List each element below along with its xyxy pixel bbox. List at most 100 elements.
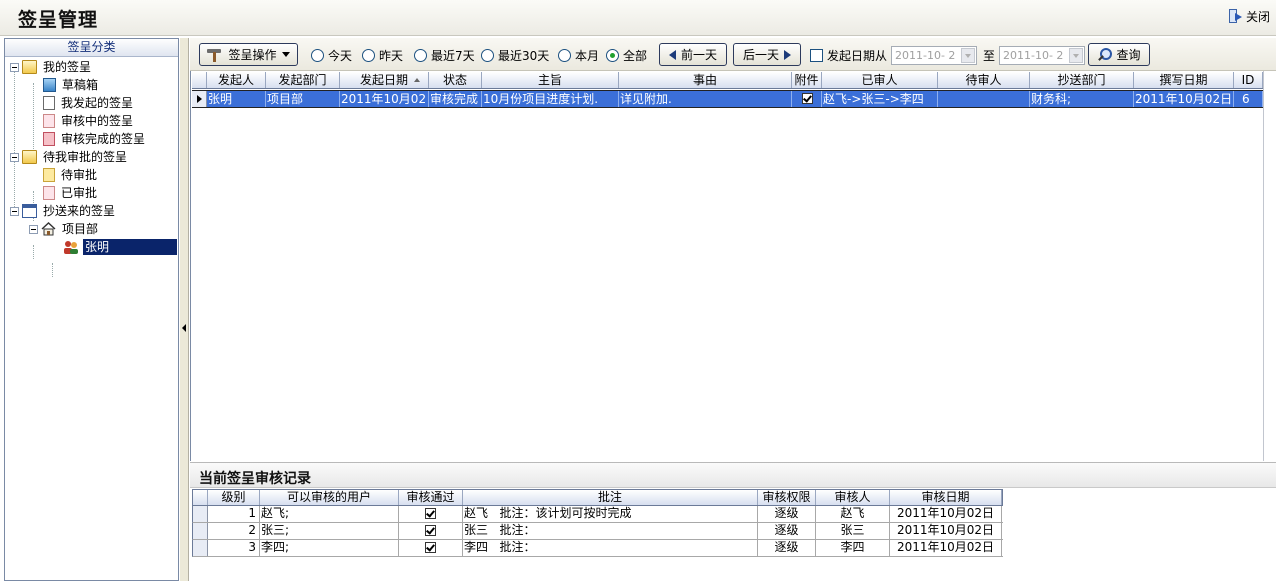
col-review-date[interactable]: 审核日期	[890, 490, 1002, 505]
col-subject[interactable]: 主旨	[482, 72, 619, 88]
to-label: 至	[983, 49, 996, 63]
date-filter-checkbox[interactable]: 发起日期从	[810, 47, 887, 64]
cell-reviewed[interactable]: 赵飞->张三->李四	[822, 91, 938, 107]
tree-node-drafts[interactable]: 草稿箱	[43, 76, 100, 94]
review-grid-header: 级别 可以审核的用户 审核通过 批注 审核权限 审核人 审核日期	[192, 489, 1003, 506]
inbox-icon	[43, 78, 56, 92]
cell-initiator[interactable]: 张明	[207, 91, 266, 107]
collapse-left-icon[interactable]	[182, 324, 186, 332]
col-comment[interactable]: 批注	[463, 490, 758, 505]
document-red-icon	[43, 132, 55, 146]
tree-node-my-petitions[interactable]: 我的签呈	[10, 58, 93, 76]
col-reason[interactable]: 事由	[619, 72, 792, 88]
col-id[interactable]: ID	[1234, 72, 1263, 88]
col-cc-dept[interactable]: 抄送部门	[1030, 72, 1134, 88]
tree-node-initiated[interactable]: 我发起的签呈	[43, 94, 135, 112]
calendar-icon	[22, 204, 37, 218]
cell-pending[interactable]	[938, 91, 1030, 107]
checked-icon	[425, 542, 436, 553]
grid-header: 发起人 发起部门 发起日期 状态 主旨 事由 附件 已审人 待审人 抄送部门 撰…	[192, 72, 1263, 89]
title-bar: 签呈管理 关闭	[0, 0, 1276, 36]
toolbar: 签呈操作 今天 昨天 最近7天 最近30天 本月 全部 前一天 后一天 发起日期…	[190, 38, 1276, 71]
petition-grid: 发起人 发起部门 发起日期 状态 主旨 事由 附件 已审人 待审人 抄送部门 撰…	[190, 71, 1276, 461]
radio-yesterday[interactable]: 昨天	[362, 47, 403, 64]
document-pink-icon	[43, 186, 55, 200]
checked-icon	[425, 525, 436, 536]
document-pink-icon	[43, 114, 55, 128]
tree-node-pending-me[interactable]: 待我审批的签呈	[10, 148, 129, 166]
radio-this-month[interactable]: 本月	[558, 47, 599, 64]
hammer-icon	[207, 48, 223, 62]
cell-cc-dept[interactable]: 财务科;	[1030, 91, 1134, 107]
col-permission[interactable]: 审核权限	[758, 490, 816, 505]
row-pointer-icon	[192, 91, 207, 107]
cell-department[interactable]: 项目部	[266, 91, 340, 107]
collapse-icon[interactable]	[10, 206, 19, 216]
arrow-left-icon	[668, 49, 676, 60]
cell-id[interactable]: 6	[1234, 91, 1263, 107]
col-date[interactable]: 发起日期	[340, 72, 429, 88]
radio-last7[interactable]: 最近7天	[414, 47, 475, 64]
tree-node-project-dept[interactable]: 项目部	[29, 220, 100, 238]
col-level[interactable]: 级别	[208, 490, 260, 505]
cell-written-date[interactable]: 2011年10月02日	[1134, 91, 1234, 107]
cell-attachment[interactable]	[792, 91, 822, 107]
tree-node-to-approve[interactable]: 待审批	[43, 166, 99, 184]
collapse-icon[interactable]	[29, 224, 38, 234]
user-icon	[63, 240, 79, 254]
approved-checkbox[interactable]	[399, 523, 463, 539]
dropdown-icon[interactable]	[1069, 48, 1083, 63]
col-department[interactable]: 发起部门	[266, 72, 340, 88]
col-approved[interactable]: 审核通过	[399, 490, 463, 505]
panel-splitter[interactable]	[179, 38, 189, 581]
dropdown-icon[interactable]	[961, 48, 975, 63]
document-icon	[43, 96, 55, 110]
date-to-picker[interactable]: 2011-10- 2	[999, 46, 1085, 65]
tree-node-approved[interactable]: 已审批	[43, 184, 99, 202]
cell-status[interactable]: 审核完成	[429, 91, 482, 107]
tree-node-zhangming[interactable]: 张明	[63, 238, 177, 256]
col-attachment[interactable]: 附件	[792, 72, 822, 88]
prev-day-button[interactable]: 前一天	[659, 43, 727, 66]
col-pending[interactable]: 待审人	[938, 72, 1030, 88]
home-icon	[41, 222, 56, 236]
col-reviewer[interactable]: 审核人	[816, 490, 890, 505]
collapse-icon[interactable]	[10, 152, 19, 162]
chevron-down-icon	[281, 52, 290, 57]
radio-today[interactable]: 今天	[311, 47, 352, 64]
review-row[interactable]: 1 赵飞; 赵飞 批注：该计划可按时完成 逐级 赵飞 2011年10月02日	[192, 506, 1003, 523]
col-status[interactable]: 状态	[429, 72, 482, 88]
grid-divider	[1263, 71, 1264, 461]
approved-checkbox[interactable]	[399, 506, 463, 522]
row-indicator	[193, 506, 208, 522]
col-initiator[interactable]: 发起人	[207, 72, 266, 88]
date-from-picker[interactable]: 2011-10- 2	[891, 46, 977, 65]
tree-node-in-review[interactable]: 审核中的签呈	[43, 112, 135, 130]
row-indicator-header	[193, 490, 208, 505]
petition-action-menu[interactable]: 签呈操作	[199, 43, 298, 66]
approved-checkbox[interactable]	[399, 540, 463, 556]
checkbox[interactable]	[810, 49, 823, 62]
cell-date[interactable]: 2011年10月02日	[340, 91, 429, 107]
col-reviewed[interactable]: 已审人	[822, 72, 938, 88]
close-label: 关闭	[1245, 10, 1270, 24]
review-grid: 级别 可以审核的用户 审核通过 批注 审核权限 审核人 审核日期 1 赵飞; 赵…	[192, 489, 1003, 557]
query-button[interactable]: 查询	[1088, 43, 1150, 66]
radio-all[interactable]: 全部	[606, 47, 647, 64]
col-reviewers[interactable]: 可以审核的用户	[260, 490, 399, 505]
cell-subject[interactable]: 10月份项目进度计划.	[482, 91, 619, 107]
tree-node-reviewed[interactable]: 审核完成的签呈	[43, 130, 147, 148]
category-panel: 签呈分类 我的签呈 草稿箱 我发起的签呈 审核中的签呈 审核完成的签呈 待我审批…	[4, 38, 179, 581]
radio-last30[interactable]: 最近30天	[481, 47, 549, 64]
tree-node-cc[interactable]: 抄送来的签呈	[10, 202, 117, 220]
next-day-button[interactable]: 后一天	[733, 43, 801, 66]
col-written-date[interactable]: 撰写日期	[1134, 72, 1234, 88]
cell-reason[interactable]: 详见附加.	[619, 91, 792, 107]
table-row[interactable]: 张明 项目部 2011年10月02日 审核完成 10月份项目进度计划. 详见附加…	[192, 90, 1263, 108]
collapse-icon[interactable]	[10, 62, 19, 72]
close-button[interactable]: 关闭	[1228, 8, 1270, 25]
checked-icon	[425, 508, 436, 519]
review-row[interactable]: 2 张三; 张三 批注： 逐级 张三 2011年10月02日	[192, 523, 1003, 540]
folder-icon	[22, 60, 37, 74]
review-row[interactable]: 3 李四; 李四 批注： 逐级 李四 2011年10月02日	[192, 540, 1003, 557]
